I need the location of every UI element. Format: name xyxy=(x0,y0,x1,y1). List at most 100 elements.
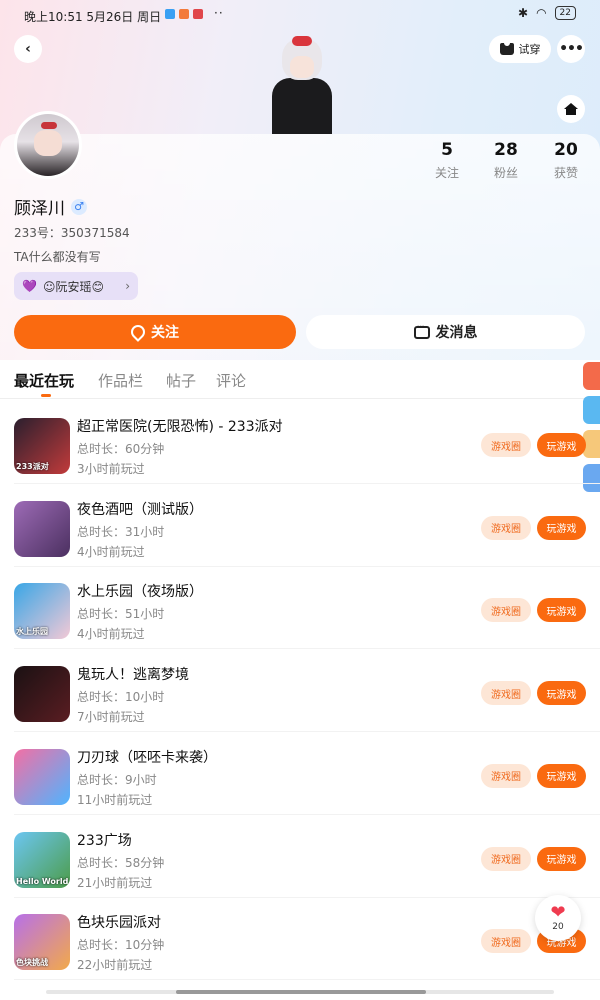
stat-followers[interactable]: 28 粉丝 xyxy=(481,140,531,181)
gender-male-icon: ♂ xyxy=(71,198,87,215)
game-title: 刀刃球（呸呸卡来袭） xyxy=(77,749,217,766)
stat-followers-label: 粉丝 xyxy=(493,166,518,180)
notification-icons xyxy=(165,9,203,19)
game-circle-button[interactable]: 游戏圈 xyxy=(481,433,531,457)
game-thumbnail[interactable]: 233派对 xyxy=(14,418,70,474)
stat-followers-count: 28 xyxy=(494,140,518,160)
play-game-button[interactable]: 玩游戏 xyxy=(537,515,586,540)
game-list-item[interactable]: 刀刃球（呸呸卡来袭） 总时长：9小时 11小时前玩过 游戏圈 玩游戏 xyxy=(0,733,600,815)
chevron-left-icon: ‹ xyxy=(25,41,31,57)
game-thumbnail[interactable]: 色块挑战 xyxy=(14,914,70,971)
play-game-button[interactable]: 玩游戏 xyxy=(537,846,586,871)
game-list-item[interactable]: 夜色酒吧（测试版） 总时长：31小时 4小时前玩过 游戏圈 玩游戏 xyxy=(0,485,600,567)
game-title: 夜色酒吧（测试版） xyxy=(77,501,203,518)
game-last-played: 21小时前玩过 xyxy=(77,875,153,890)
stat-likes-label: 获赞 xyxy=(553,166,578,180)
status-bar: 晚上10:51 5月26日 周日 ·· ✱ ◠ 22 xyxy=(0,0,600,30)
game-circle-button[interactable]: 游戏圈 xyxy=(481,763,531,788)
game-title: 超正常医院(无限恐怖) - 233派对 xyxy=(77,419,283,435)
game-thumbnail[interactable]: Hello World xyxy=(14,831,70,888)
follow-label: 关注 xyxy=(151,325,179,341)
game-circle-button[interactable]: 游戏圈 xyxy=(481,515,531,540)
tabs-divider xyxy=(0,398,600,399)
row-divider xyxy=(14,979,600,981)
app-notification-icon xyxy=(193,9,203,19)
tab-recently-played[interactable]: 最近在玩 xyxy=(14,370,74,391)
tab-posts[interactable]: 帖子 xyxy=(166,370,196,391)
app-notification-icon xyxy=(179,9,189,19)
follow-button[interactable]: 关注 xyxy=(14,315,296,349)
game-title: 水上乐园（夜场版） xyxy=(77,584,203,601)
game-title: 鬼玩人！逃离梦境 xyxy=(77,667,189,684)
stat-following-count: 5 xyxy=(441,140,453,160)
game-circle-button[interactable]: 游戏圈 xyxy=(481,846,531,871)
active-tab-indicator xyxy=(41,394,51,397)
avatar[interactable] xyxy=(14,111,82,179)
heart-icon: 💜 xyxy=(22,279,37,293)
character-avatar-figure[interactable] xyxy=(272,36,332,134)
game-duration: 总时长：58分钟 xyxy=(77,855,165,870)
try-on-button[interactable]: 试穿 xyxy=(489,35,551,63)
game-last-played: 4小时前玩过 xyxy=(77,544,145,559)
stat-likes[interactable]: 20 获赞 xyxy=(541,140,591,181)
home-button[interactable] xyxy=(557,95,585,123)
game-list-item[interactable]: Hello World 233广场 总时长：58分钟 21小时前玩过 游戏圈 玩… xyxy=(0,816,600,898)
relationship-tag[interactable]: 💜 ☺阮安瑶😊 › xyxy=(14,272,138,300)
game-thumbnail[interactable] xyxy=(14,748,70,805)
game-title: 233广场 xyxy=(77,832,132,849)
game-thumbnail-label: Hello World xyxy=(16,876,69,886)
game-thumbnail-label: 233派对 xyxy=(16,462,49,471)
game-list-item[interactable]: 233派对 超正常医院(无限恐怖) - 233派对 总时长：60分钟 3小时前玩… xyxy=(0,402,600,484)
send-message-button[interactable]: 发消息 xyxy=(306,315,585,349)
stat-following-label: 关注 xyxy=(434,166,459,180)
like-floating-button[interactable]: ❤ 20 xyxy=(535,895,581,941)
tab-works[interactable]: 作品栏 xyxy=(98,370,143,391)
chevron-right-icon: › xyxy=(125,279,130,293)
try-on-label: 试穿 xyxy=(518,43,541,56)
user-id[interactable]: 233号：350371584 xyxy=(14,224,130,241)
more-dots-icon: ••• xyxy=(559,41,584,57)
game-last-played: 4小时前玩过 xyxy=(77,627,145,642)
game-duration: 总时长：51小时 xyxy=(77,607,165,622)
bluetooth-icon: ✱ xyxy=(518,6,529,20)
back-button[interactable]: ‹ xyxy=(14,35,42,63)
side-app-icon[interactable] xyxy=(583,362,600,390)
more-notifications-icon: ·· xyxy=(214,6,224,20)
stat-following[interactable]: 5 关注 xyxy=(422,140,472,181)
chat-bubble-icon xyxy=(413,323,430,339)
relationship-tag-label: ☺阮安瑶😊 xyxy=(42,279,104,294)
game-list-item[interactable]: 色块挑战 色块乐园派对 总时长：10分钟 22小时前玩过 游戏圈 玩游戏 xyxy=(0,898,600,981)
game-thumbnail[interactable]: 水上乐园 xyxy=(14,583,70,640)
status-time: 晚上10:51 5月26日 周日 xyxy=(24,10,162,24)
stat-likes-count: 20 xyxy=(554,140,578,160)
game-list-item[interactable]: 水上乐园 水上乐园（夜场版） 总时长：51小时 4小时前玩过 游戏圈 玩游戏 xyxy=(0,567,600,650)
profile-tabs: 最近在玩 作品栏 帖子 评论 xyxy=(0,360,600,398)
play-game-button[interactable]: 玩游戏 xyxy=(537,433,586,457)
like-count: 20 xyxy=(552,922,564,932)
gesture-bar[interactable] xyxy=(46,990,554,994)
game-circle-button[interactable]: 游戏圈 xyxy=(481,598,531,623)
play-game-button[interactable]: 玩游戏 xyxy=(537,598,586,623)
user-name: 顾泽川 xyxy=(14,199,65,219)
home-icon xyxy=(564,103,578,115)
game-duration: 总时长：60分钟 xyxy=(77,442,165,456)
game-circle-button[interactable]: 游戏圈 xyxy=(481,929,531,954)
play-game-button[interactable]: 玩游戏 xyxy=(537,681,586,706)
game-thumbnail[interactable] xyxy=(14,500,70,557)
system-icons: ✱ ◠ 22 xyxy=(518,6,576,20)
more-options-button[interactable]: ••• xyxy=(557,35,585,63)
game-thumbnail-label: 水上乐园 xyxy=(16,627,48,637)
game-circle-button[interactable]: 游戏圈 xyxy=(481,681,531,706)
follow-heart-icon xyxy=(128,322,148,342)
game-duration: 总时长：10分钟 xyxy=(77,938,165,953)
play-game-button[interactable]: 玩游戏 xyxy=(537,763,586,788)
user-name-row: 顾泽川 ♂ xyxy=(14,194,87,219)
tab-comments[interactable]: 评论 xyxy=(216,370,246,391)
game-last-played: 3小时前玩过 xyxy=(77,462,145,476)
shirt-icon xyxy=(499,42,514,55)
game-thumbnail[interactable] xyxy=(14,666,70,723)
game-last-played: 7小时前玩过 xyxy=(77,710,145,725)
app-notification-icon xyxy=(165,9,175,19)
user-bio: TA什么都没有写 xyxy=(14,250,101,264)
game-list-item[interactable]: 鬼玩人！逃离梦境 总时长：10小时 7小时前玩过 游戏圈 玩游戏 xyxy=(0,650,600,733)
